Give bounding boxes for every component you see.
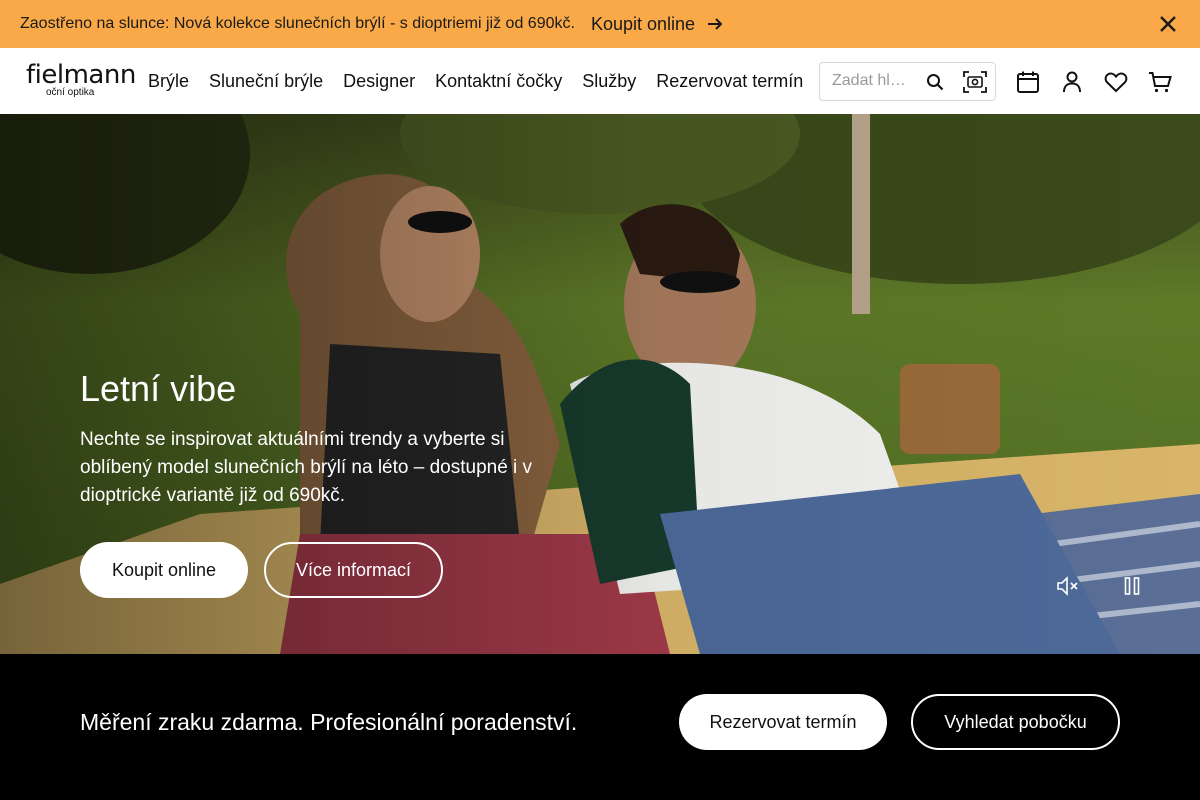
search-icon[interactable]: [926, 73, 944, 91]
search-input[interactable]: [832, 72, 914, 90]
find-store-button[interactable]: Vyhledat pobočku: [911, 694, 1120, 750]
arrow-right-icon: [708, 18, 723, 30]
nav-item-kontaktni-cocky[interactable]: Kontaktní čočky: [435, 71, 562, 92]
book-appointment-button[interactable]: Rezervovat termín: [679, 694, 887, 750]
eye-test-message: Měření zraku zdarma. Profesionální porad…: [80, 709, 578, 735]
logo-tagline: oční optika: [46, 87, 95, 98]
more-info-button[interactable]: Více informací: [264, 542, 443, 598]
hero-description: Nechte se inspirovat aktuálními trendy a…: [80, 429, 533, 506]
hero-banner: Letní vibe Nechte se inspirovat aktuální…: [0, 114, 1200, 654]
nav-item-rezervovat-termin[interactable]: Rezervovat termín: [656, 71, 803, 92]
nav-item-designer[interactable]: Designer: [343, 71, 415, 92]
search-box: [819, 62, 996, 101]
mute-icon[interactable]: [1056, 576, 1080, 596]
user-icon[interactable]: [1060, 71, 1084, 93]
announcement-text: Zaostřeno na slunce: Nová kolekce sluneč…: [20, 15, 575, 32]
calendar-icon[interactable]: [1016, 71, 1040, 93]
main-navigation: Brýle Sluneční brýle Designer Kontaktní …: [148, 48, 823, 114]
hero-title: Letní vibe: [80, 368, 237, 409]
announcement-link-label: Koupit online: [590, 13, 696, 34]
announcement-bar: Zaostřeno na slunce: Nová kolekce sluneč…: [0, 0, 1200, 48]
nav-item-bryle[interactable]: Brýle: [148, 71, 189, 92]
announcement-shop-link[interactable]: Koupit online: [591, 14, 723, 35]
logo-wordmark: fielmann: [26, 60, 136, 90]
eye-test-band: Měření zraku zdarma. Profesionální porad…: [0, 654, 1200, 800]
pause-icon[interactable]: [1124, 576, 1140, 596]
nav-item-slunecni-bryle[interactable]: Sluneční brýle: [209, 71, 323, 92]
fielmann-logo[interactable]: fielmann oční optika: [26, 60, 136, 98]
close-icon[interactable]: [1158, 14, 1178, 34]
site-header: fielmann oční optika Brýle Sluneční brýl…: [0, 48, 1200, 114]
cart-icon[interactable]: [1148, 71, 1172, 93]
heart-icon[interactable]: [1104, 71, 1128, 93]
nav-item-sluzby[interactable]: Služby: [582, 71, 636, 92]
camera-search-icon[interactable]: [962, 69, 988, 95]
shop-online-button[interactable]: Koupit online: [80, 542, 248, 598]
